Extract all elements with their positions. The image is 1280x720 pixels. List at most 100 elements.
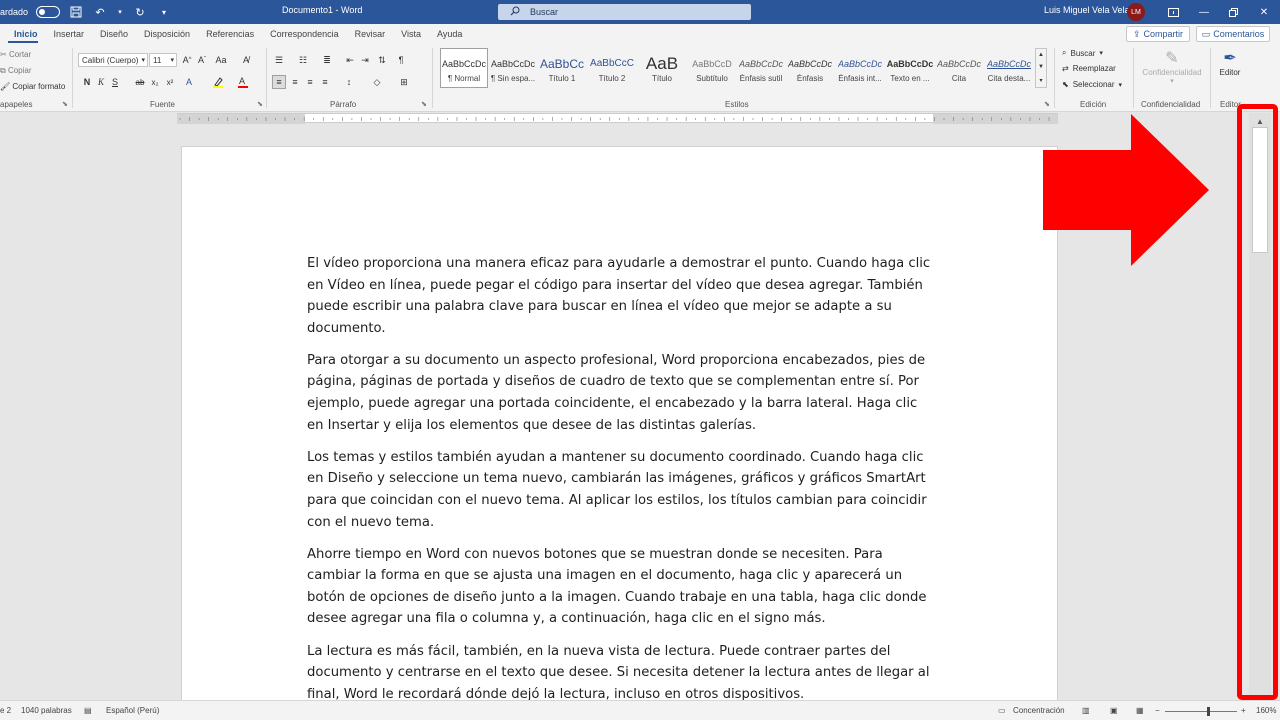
align-left-icon[interactable]: ≡ — [272, 75, 286, 89]
more-icon[interactable]: ▾ — [1039, 77, 1042, 84]
change-case-icon[interactable]: Aa — [214, 53, 228, 67]
zoom-slider[interactable] — [1165, 711, 1237, 712]
editor-button[interactable]: ✒ Editor — [1214, 48, 1246, 77]
read-mode-icon[interactable]: ▥ — [1082, 706, 1090, 715]
clipboard-launcher-icon[interactable]: ⬊ — [62, 100, 68, 108]
document-paragraph[interactable]: El vídeo proporciona una manera eficaz p… — [307, 253, 933, 339]
style-title[interactable]: AaB Título — [638, 48, 686, 88]
close-icon[interactable]: ✕ — [1256, 4, 1272, 20]
line-spacing-icon[interactable]: ↕ — [342, 75, 356, 89]
font-family-select[interactable]: Calibri (Cuerpo) ▾ — [78, 53, 148, 67]
clear-formatting-icon[interactable]: A̸ — [239, 53, 253, 67]
search-box[interactable]: Buscar — [498, 4, 751, 20]
grow-font-icon[interactable]: A ^ — [180, 53, 194, 67]
font-size-select[interactable]: 11 ▾ — [149, 53, 177, 67]
style-strong[interactable]: AaBbCcDc Texto en ... — [886, 48, 934, 88]
replace-button[interactable]: ⇄ Reemplazar — [1062, 64, 1116, 73]
shrink-font-icon[interactable]: Aˇ — [195, 53, 209, 67]
document-paragraph[interactable]: Ahorre tiempo en Word con nuevos botones… — [307, 544, 933, 630]
tab-correspondencia[interactable]: Correspondencia — [262, 24, 347, 44]
style-heading-1[interactable]: AaBbCc Título 1 — [538, 48, 586, 88]
style-quote[interactable]: AaBbCcDc Cita — [935, 48, 983, 88]
web-layout-icon[interactable]: ▦ — [1136, 706, 1144, 715]
shading-icon[interactable]: ◇ — [370, 75, 384, 89]
zoom-out-icon[interactable]: − — [1155, 706, 1160, 715]
document-page[interactable]: El vídeo proporciona una manera eficaz p… — [181, 146, 1058, 720]
word-count[interactable]: 1040 palabras — [21, 706, 72, 715]
tab-diseno[interactable]: Diseño — [92, 24, 136, 44]
customize-toolbar-icon[interactable]: ▾ — [156, 4, 172, 20]
tab-insertar[interactable]: Insertar — [46, 24, 93, 44]
zoom-slider-thumb[interactable] — [1207, 707, 1210, 716]
style-subtitle[interactable]: AaBbCcD Subtítulo — [688, 48, 736, 88]
highlight-icon[interactable] — [211, 75, 225, 89]
tab-ayuda[interactable]: Ayuda — [429, 24, 470, 44]
undo-icon[interactable]: ↶ — [92, 4, 108, 20]
tab-inicio[interactable]: Inicio — [0, 24, 46, 44]
redo-icon[interactable]: ↻ — [132, 4, 148, 20]
document-paragraph[interactable]: La lectura es más fácil, también, en la … — [307, 641, 933, 706]
style-emphasis[interactable]: AaBbCcDc Énfasis — [786, 48, 834, 88]
ribbon-display-options-icon[interactable] — [1165, 4, 1181, 20]
style-intense-quote[interactable]: AaBbCcDc Cita desta... — [985, 48, 1033, 88]
font-color-icon[interactable]: A — [236, 75, 250, 89]
bullets-icon[interactable]: ☰ — [272, 53, 286, 67]
multilevel-list-icon[interactable]: ≣ — [320, 53, 334, 67]
text-effects-icon[interactable]: A — [182, 75, 196, 89]
style-normal[interactable]: AaBbCcDc ¶ Normal — [440, 48, 488, 88]
document-paragraph[interactable]: Para otorgar a su documento un aspecto p… — [307, 350, 933, 436]
save-icon[interactable] — [68, 4, 84, 20]
autosave-toggle[interactable] — [36, 6, 61, 18]
numbering-icon[interactable]: ☷ — [296, 53, 310, 67]
tab-referencias[interactable]: Referencias — [198, 24, 262, 44]
show-paragraph-marks-icon[interactable]: ¶ — [394, 53, 408, 67]
sort-icon[interactable]: ⇅ — [375, 53, 389, 67]
underline-icon[interactable]: S — [108, 75, 122, 89]
user-name[interactable]: Luis Miguel Vela Vela — [1044, 5, 1130, 15]
styles-gallery-scroll[interactable]: ▲ ▼ ▾ — [1035, 48, 1047, 88]
decrease-indent-icon[interactable]: ⇤ — [343, 53, 357, 67]
comments-button[interactable]: ▭ Comentarios — [1196, 26, 1270, 42]
style-intense-emphasis[interactable]: AaBbCcDc Énfasis int... — [836, 48, 884, 88]
document-body[interactable]: El vídeo proporciona una manera eficaz p… — [307, 253, 933, 716]
cut-button[interactable]: ✂ Cortar — [0, 50, 31, 59]
superscript-icon[interactable]: x² — [163, 75, 177, 89]
undo-dropdown-icon[interactable]: ▾ — [116, 4, 124, 20]
strikethrough-icon[interactable]: ab — [133, 75, 147, 89]
chevron-up-icon[interactable]: ▲ — [1038, 52, 1044, 58]
chevron-down-icon[interactable]: ▼ — [1038, 64, 1044, 70]
paragraph-launcher-icon[interactable]: ⬊ — [421, 100, 427, 108]
font-launcher-icon[interactable]: ⬊ — [257, 100, 263, 108]
restore-icon[interactable] — [1225, 4, 1241, 20]
share-button[interactable]: ⇪ Compartir — [1126, 26, 1190, 42]
zoom-level[interactable]: 160% — [1256, 706, 1276, 715]
tab-revisar[interactable]: Revisar — [347, 24, 394, 44]
tab-disposicion[interactable]: Disposición — [136, 24, 198, 44]
borders-icon[interactable]: ⊞ — [397, 75, 411, 89]
avatar[interactable]: LM — [1127, 3, 1145, 21]
language-indicator[interactable]: Español (Perú) — [106, 706, 159, 715]
sensitivity-button[interactable]: ✎ Confidencialidad ▾ — [1140, 48, 1204, 85]
select-button[interactable]: ⬉ Seleccionar ▾ — [1062, 80, 1122, 89]
style-no-spacing[interactable]: AaBbCcDc ¶ Sin espa... — [489, 48, 537, 88]
subscript-icon[interactable]: x₂ — [148, 75, 162, 89]
styles-launcher-icon[interactable]: ⬊ — [1044, 100, 1050, 108]
horizontal-ruler[interactable] — [177, 113, 1058, 124]
bold-icon[interactable]: N — [80, 75, 94, 89]
copy-button[interactable]: ⧉ Copiar — [0, 66, 32, 76]
italic-icon[interactable]: K — [94, 75, 108, 89]
focus-mode-label[interactable]: Concentración — [1013, 706, 1065, 715]
document-paragraph[interactable]: Los temas y estilos también ayudan a man… — [307, 447, 933, 533]
format-painter-button[interactable]: 🖌 Copiar formato — [0, 82, 65, 91]
minimize-icon[interactable]: — — [1196, 4, 1212, 20]
align-right-icon[interactable]: ≡ — [303, 75, 317, 89]
find-button[interactable]: ⌕ Buscar ▾ — [1062, 48, 1103, 58]
proofing-icon[interactable]: ▤ — [84, 706, 92, 715]
style-heading-2[interactable]: AaBbCcC Título 2 — [588, 48, 636, 88]
style-subtle-emphasis[interactable]: AaBbCcDc Énfasis sutil — [737, 48, 785, 88]
increase-indent-icon[interactable]: ⇥ — [358, 53, 372, 67]
justify-icon[interactable]: ≡ — [318, 75, 332, 89]
align-center-icon[interactable]: ≡ — [288, 75, 302, 89]
zoom-in-icon[interactable]: + — [1241, 706, 1246, 715]
page-indicator[interactable]: e 2 — [0, 706, 11, 715]
